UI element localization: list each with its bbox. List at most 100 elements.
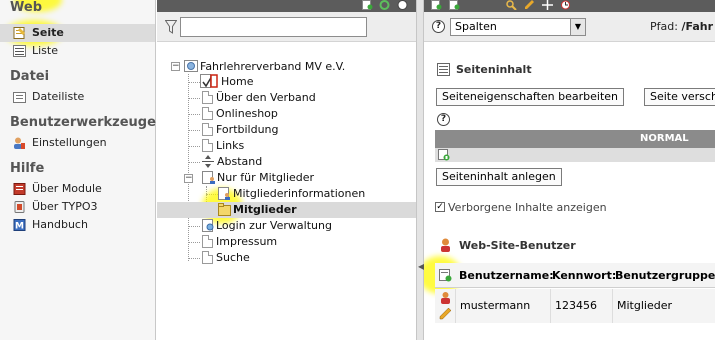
user-table-col-username: Benutzername: (459, 269, 554, 282)
history-icon[interactable] (560, 0, 571, 10)
table-row[interactable]: mustermann 123456 Mitglieder (435, 289, 715, 323)
tree-node-label: Abstand (217, 155, 263, 168)
menu-item-seite[interactable]: Seite (0, 24, 155, 42)
home-page-icon (200, 74, 218, 88)
modgroup-hilfe-label: Hilfe (10, 161, 45, 176)
collapse-toggle[interactable]: − (171, 62, 180, 71)
tree-node-label: Login zur Verwaltung (216, 219, 332, 232)
tree-node-label: Über den Verband (216, 91, 316, 104)
svg-text:M: M (15, 222, 24, 232)
search-icon[interactable] (506, 0, 517, 10)
filter-icon[interactable] (165, 20, 177, 34)
modgroup-benutzerwerkzeuge-label: Benutzerwerkzeuge (10, 115, 156, 130)
user-settings-icon (14, 137, 25, 149)
help-icon[interactable]: ? (437, 113, 450, 126)
new-user-icon[interactable] (439, 269, 452, 282)
edit-pencil-icon[interactable] (439, 307, 452, 320)
tree-node-suche[interactable]: Suche (202, 250, 250, 266)
menu-item-label: Dateiliste (32, 90, 85, 103)
menu-item-label: Liste (32, 44, 58, 57)
menu-item-label: Seite (32, 26, 64, 39)
tree-toolbar (157, 0, 416, 12)
menu-item-liste[interactable]: Liste (0, 42, 155, 60)
create-content-button[interactable]: Seiteninhalt anlegen (436, 168, 562, 186)
page-properties-button[interactable]: Seiteneigenschaften bearbeiten (436, 88, 624, 106)
page-path-label: Pfad: (650, 20, 678, 33)
tree-node-label: Fortbildung (216, 123, 279, 136)
tree-connector (188, 242, 200, 243)
hidden-content-label: Verborgene Inhalte anzeigen (448, 201, 607, 214)
user-table-col-usergroup: Benutzergruppe: (615, 269, 715, 282)
tree-node-root[interactable]: Fahrlehrerverband MV e.V. (184, 59, 345, 75)
modgroup-datei[interactable]: Datei (0, 66, 155, 88)
tree-connector (188, 146, 200, 147)
tree-node-links[interactable]: Links (202, 138, 244, 154)
modgroup-hilfe[interactable]: Hilfe (0, 158, 155, 180)
menu-item-handbuch[interactable]: M Handbuch (0, 216, 155, 234)
tree-node-label: Nur für Mitglieder (217, 171, 315, 184)
hidden-content-checkbox[interactable]: ✓ (435, 202, 445, 212)
content-frame: ? Spalten ▼ Pfad: /Fahr Seiteninhalt Sei… (424, 0, 715, 340)
page-icon (202, 235, 213, 248)
view-mode-value: Spalten (455, 20, 497, 33)
menu-item-ueber-module[interactable]: Über Module (0, 180, 155, 198)
column-header-label: NORMAL (640, 133, 689, 144)
user-icon (441, 292, 450, 304)
help-icon[interactable]: ? (432, 20, 445, 33)
user-table-col-password: Kennwort: (552, 269, 617, 282)
tree-connector (188, 114, 200, 115)
tree-node-impressum[interactable]: Impressum (202, 234, 277, 250)
edit-pencil-icon[interactable] (524, 0, 535, 10)
tree-node-label: Links (216, 139, 245, 152)
tree-connector (188, 162, 200, 163)
user-table-header: Benutzername: Kennwort: Benutzergruppe: (435, 263, 715, 288)
tree-node-nur-fuer-mitglieder[interactable]: Nur für Mitglieder (202, 170, 314, 186)
tree-connector (188, 226, 200, 227)
page-icon (202, 251, 213, 264)
doc-header: ? Spalten ▼ Pfad: /Fahr (424, 12, 715, 42)
menu-item-label: Handbuch (32, 218, 88, 231)
tree-node-mitgliederinformationen[interactable]: Mitgliederinformationen (218, 186, 365, 202)
new-content-icon[interactable] (449, 0, 460, 10)
menu-item-einstellungen[interactable]: Einstellungen (0, 134, 155, 152)
view-mode-select[interactable]: Spalten ▼ (450, 18, 586, 36)
tree-filter-row (157, 12, 416, 42)
column-body (435, 148, 715, 162)
page-icon (202, 123, 213, 136)
about-typo3-icon (14, 201, 25, 213)
modgroup-web[interactable]: Web (0, 0, 155, 18)
help-icon[interactable] (397, 0, 408, 10)
new-page-icon[interactable] (362, 0, 373, 10)
user-cell-password: 123456 (550, 289, 612, 323)
tree-node-label: Onlineshop (216, 107, 278, 120)
page-icon (202, 139, 213, 152)
move-icon[interactable] (542, 0, 553, 10)
tree-node-label: Home (221, 75, 254, 88)
page-icon (202, 91, 213, 104)
tree-node-onlineshop[interactable]: Onlineshop (202, 106, 278, 122)
menu-item-dateiliste[interactable]: Dateiliste (0, 88, 155, 106)
tree-node-home[interactable]: Home (200, 74, 253, 90)
tree-node-login-zur-verwaltung[interactable]: Login zur Verwaltung (202, 218, 332, 234)
shortcut-page-icon (202, 219, 214, 232)
tree-node-mitglieder[interactable]: Mitglieder (157, 202, 416, 218)
frame-splitter[interactable]: ◀ (416, 0, 424, 340)
tree-node-abstand[interactable]: Abstand (202, 154, 262, 170)
collapse-toggle[interactable]: − (184, 174, 193, 183)
restricted-page-icon (218, 187, 230, 200)
tree-node-ueber-den-verband[interactable]: Über den Verband (202, 90, 316, 106)
menu-item-ueber-typo3[interactable]: Über TYPO3 (0, 198, 155, 216)
tree-connector (188, 74, 189, 261)
tree-connector (188, 98, 200, 99)
tree-node-fortbildung[interactable]: Fortbildung (202, 122, 279, 138)
modgroup-datei-label: Datei (10, 69, 50, 84)
modgroup-benutzerwerkzeuge[interactable]: Benutzerwerkzeuge (0, 112, 156, 134)
new-record-icon[interactable] (431, 0, 442, 10)
tree-node-label: Fahrlehrerverband MV e.V. (200, 60, 346, 73)
tree-filter-input[interactable] (180, 17, 367, 37)
new-content-icon[interactable] (438, 149, 450, 161)
page-module-icon (13, 27, 25, 39)
page-preview-button[interactable]: Seite versch (644, 88, 715, 106)
refresh-icon[interactable] (379, 0, 390, 10)
about-modules-icon (13, 183, 26, 195)
